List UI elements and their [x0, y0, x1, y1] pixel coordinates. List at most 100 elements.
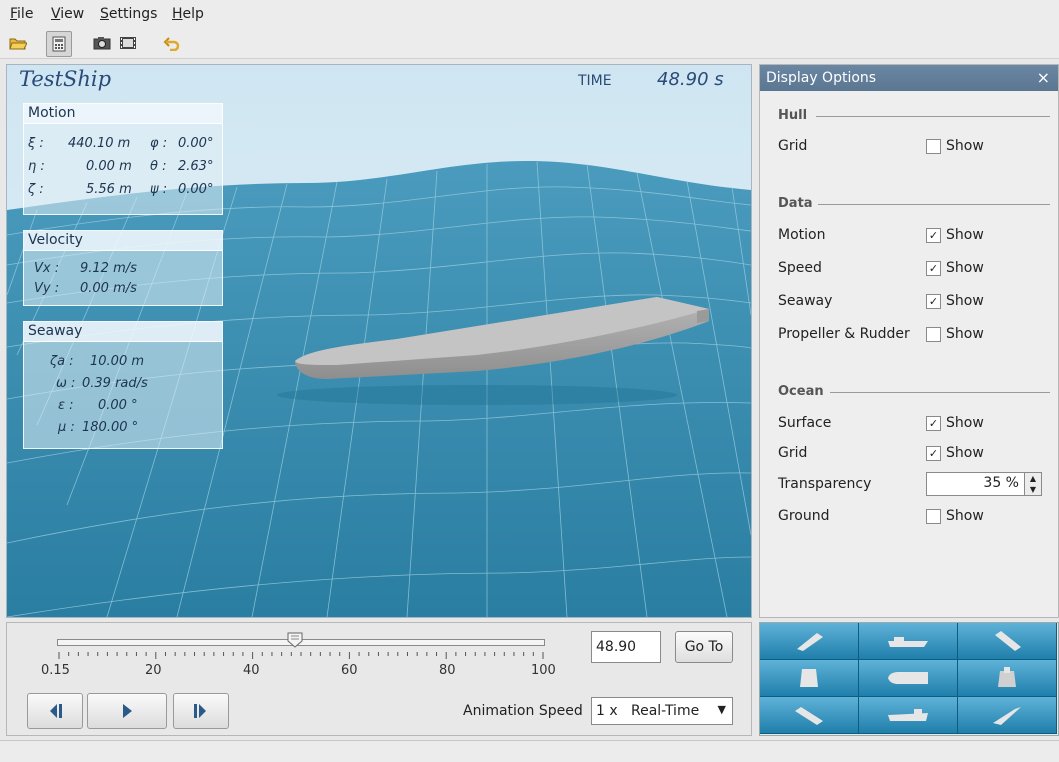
view-bow-low-button[interactable] — [760, 697, 859, 734]
view-stern-oblique-button[interactable] — [958, 623, 1057, 660]
ocean-grid-label: Grid — [778, 445, 808, 461]
menu-view[interactable]: View — [51, 6, 84, 22]
motion-xi-value: 440.10 m — [68, 136, 131, 151]
motion-xi-symbol: ξ : — [28, 136, 44, 151]
ship-side-icon — [888, 637, 928, 647]
spinner-arrows[interactable]: ▲ ▼ — [1024, 473, 1041, 495]
open-folder-icon[interactable] — [6, 31, 30, 55]
tick-label: 0.15 — [41, 663, 70, 678]
ship-bow-oblique-icon — [797, 633, 823, 651]
motion-psi-value: 0.00° — [178, 182, 214, 197]
ocean-ground-label: Ground — [778, 508, 830, 524]
ocean-ground-show-label: Show — [946, 508, 984, 524]
seaway-mu-value: 180.00 ° — [82, 420, 139, 435]
time-value: 48.90 s — [657, 69, 724, 90]
ocean-grid-checkbox[interactable]: ✓ — [926, 446, 941, 461]
time-label: TIME — [578, 73, 612, 89]
seaway-epsilon-symbol: ε : — [58, 398, 74, 413]
hull-grid-label: Grid — [778, 138, 808, 154]
data-speed-checkbox[interactable]: ✓ — [926, 261, 941, 276]
time-slider-thumb[interactable] — [287, 632, 303, 648]
seaway-omega-value: 0.39 rad/s — [82, 376, 148, 391]
velocity-vy-value: 0.00 m/s — [80, 281, 137, 296]
section-data: Data — [778, 196, 813, 211]
spinner-down-icon[interactable]: ▼ — [1025, 484, 1041, 495]
go-to-button[interactable]: Go To — [675, 631, 733, 663]
view-top-button[interactable] — [859, 660, 958, 697]
motion-phi-symbol: φ : — [150, 136, 168, 151]
ocean-transparency-label: Transparency — [778, 476, 872, 492]
step-forward-button[interactable] — [173, 693, 229, 729]
seaway-zeta-symbol: ζa : — [50, 354, 74, 369]
seaway-omega-symbol: ω : — [56, 376, 76, 391]
display-options-title: Display Options — [766, 70, 877, 86]
ship-side-low-icon — [888, 709, 928, 721]
animation-speed-select[interactable]: 1 x Real-Time ▼ — [591, 697, 733, 725]
ship-front-icon — [800, 669, 818, 687]
motion-psi-symbol: ψ : — [150, 182, 168, 197]
data-motion-checkbox[interactable]: ✓ — [926, 228, 941, 243]
ship-stern-oblique-icon — [995, 631, 1021, 651]
menu-settings-hotkey: S — [100, 6, 109, 22]
play-button[interactable] — [87, 693, 167, 729]
step-forward-icon — [194, 704, 206, 718]
tick-label: 20 — [145, 663, 162, 678]
tick-label: 100 — [531, 663, 556, 678]
data-motion-label: Motion — [778, 227, 826, 243]
view-front-button[interactable] — [760, 660, 859, 697]
playback-controls: 0.15 20 40 60 80 100 48.90 Go To Animati… — [6, 622, 752, 736]
menu-bar: File View Settings Help — [0, 0, 1059, 28]
view-back-button[interactable] — [958, 660, 1057, 697]
data-motion-show-label: Show — [946, 227, 984, 243]
display-options-panel: Display Options × Hull Grid Show Data Mo… — [759, 64, 1059, 618]
menu-help[interactable]: Help — [172, 6, 204, 22]
ship-name: TestShip — [19, 67, 112, 91]
step-back-icon — [50, 704, 62, 718]
close-icon[interactable]: × — [1037, 65, 1050, 91]
menu-settings-label: ettings — [108, 6, 158, 22]
3d-viewport[interactable]: TestShip TIME 48.90 s Motion ξ : 440.10 … — [6, 64, 752, 618]
status-bar — [0, 740, 1059, 762]
view-side-low-button[interactable] — [859, 697, 958, 734]
ocean-ground-checkbox[interactable] — [926, 509, 941, 524]
view-bow-oblique-button[interactable] — [760, 623, 859, 660]
ship-back-icon — [998, 667, 1016, 687]
film-icon[interactable] — [116, 31, 140, 55]
data-seaway-checkbox[interactable]: ✓ — [926, 294, 941, 309]
ocean-surface-checkbox[interactable]: ✓ — [926, 416, 941, 431]
menu-settings[interactable]: Settings — [100, 6, 157, 22]
menu-file[interactable]: File — [10, 6, 33, 22]
display-options-header: Display Options × — [760, 65, 1058, 91]
motion-phi-value: 0.00° — [178, 136, 214, 151]
undo-icon[interactable] — [160, 31, 184, 55]
ship-bow-low-icon — [795, 707, 823, 725]
menu-view-hotkey: V — [51, 6, 61, 22]
view-side-button[interactable] — [859, 623, 958, 660]
chevron-down-icon: ▼ — [717, 703, 726, 716]
section-divider — [818, 204, 1050, 205]
view-stern-low-button[interactable] — [958, 697, 1057, 734]
animation-speed-label: Animation Speed — [463, 703, 583, 719]
toolbar — [0, 28, 1059, 59]
section-divider — [830, 392, 1050, 393]
velocity-vy-symbol: Vy : — [34, 281, 60, 296]
seaway-panel: Seaway ζa : 10.00 m ω : 0.39 rad/s ε : 0… — [23, 321, 223, 449]
data-speed-show-label: Show — [946, 260, 984, 276]
hull-grid-checkbox[interactable] — [926, 139, 941, 154]
velocity-panel-title: Velocity — [24, 231, 222, 251]
data-speed-label: Speed — [778, 260, 822, 276]
menu-help-hotkey: H — [172, 6, 183, 22]
data-propeller-show-label: Show — [946, 326, 984, 342]
transparency-value: 35 % — [983, 475, 1019, 491]
camera-icon[interactable] — [90, 31, 114, 55]
motion-eta-symbol: η : — [28, 159, 45, 174]
spinner-up-icon[interactable]: ▲ — [1025, 473, 1041, 484]
calculator-icon[interactable] — [46, 31, 72, 57]
menu-view-label: iew — [60, 6, 85, 22]
transparency-spinner[interactable]: 35 % ▲ ▼ — [926, 472, 1042, 496]
step-back-button[interactable] — [27, 693, 83, 729]
ocean-grid-show-label: Show — [946, 445, 984, 461]
data-propeller-checkbox[interactable] — [926, 327, 941, 342]
motion-theta-value: 2.63° — [178, 159, 214, 174]
time-input[interactable]: 48.90 — [591, 631, 661, 663]
